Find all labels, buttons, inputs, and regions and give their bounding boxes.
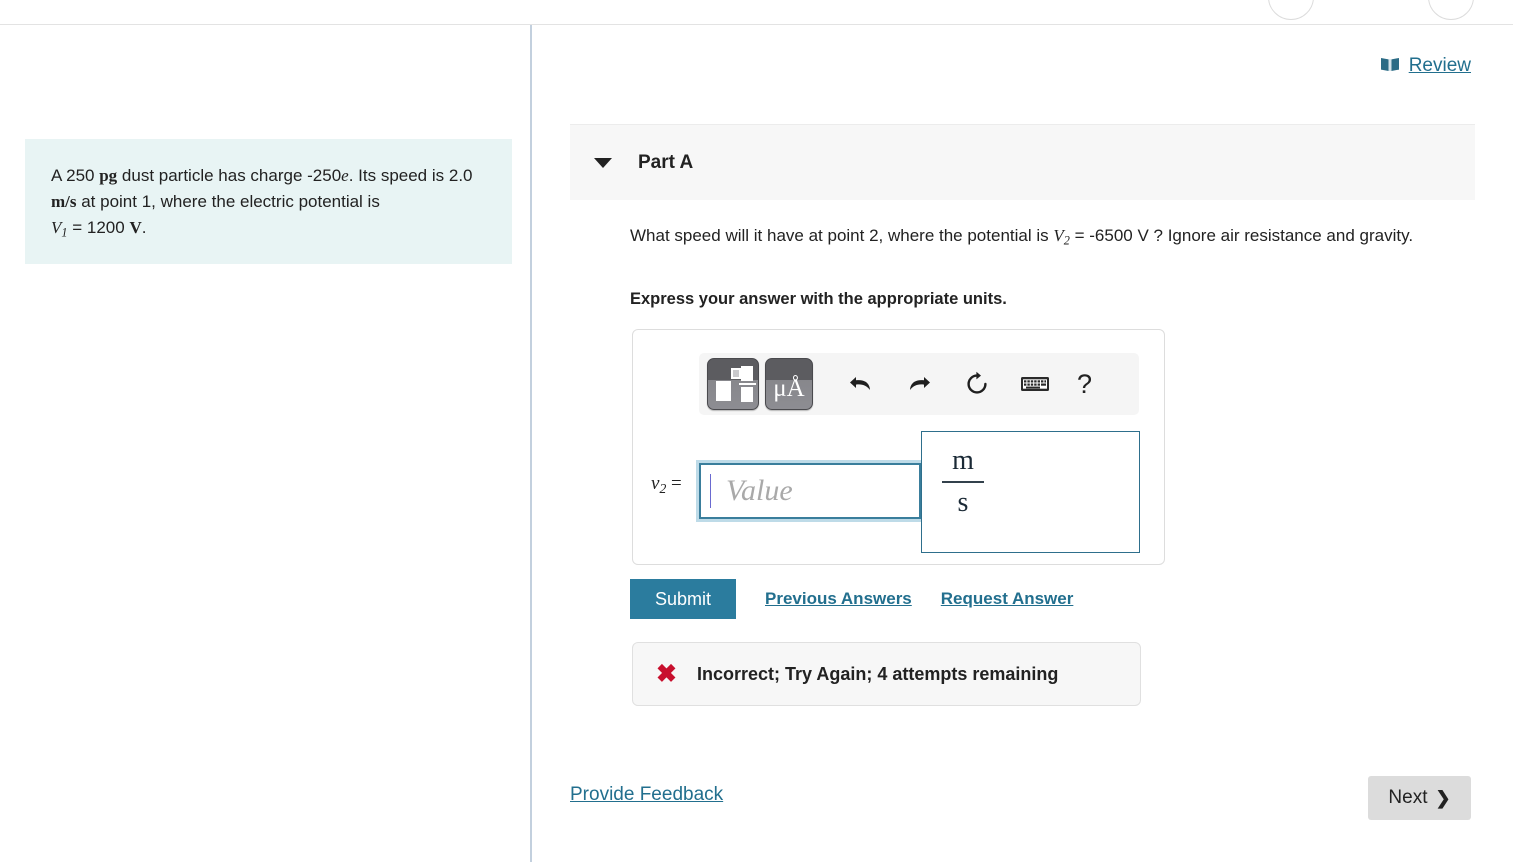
undo-icon[interactable] (839, 362, 883, 406)
answer-row: v2 = Value m s (633, 426, 1166, 564)
problem-symbol-e: e (341, 166, 349, 185)
part-a-header[interactable]: Part A (570, 124, 1475, 200)
problem-period: . (141, 218, 147, 237)
problem-symbol-V1: V (51, 218, 62, 237)
question-text: What speed will it have at point 2, wher… (630, 223, 1475, 253)
answer-actions: Submit Previous Answers Request Answer (630, 579, 1073, 619)
question-pane: Review Part A What speed will it have at… (532, 25, 1513, 862)
problem-text-b: dust particle has charge -250 (117, 166, 342, 185)
book-icon (1380, 56, 1400, 77)
units-icon[interactable]: μÅ (765, 358, 813, 410)
answer-equals: = (671, 473, 682, 494)
problem-value-V1: = 1200 (67, 218, 130, 237)
answer-units-input[interactable]: m s (921, 431, 1140, 553)
help-icon[interactable]: ? (1077, 370, 1092, 398)
submit-button[interactable]: Submit (630, 579, 736, 619)
review-row[interactable]: Review (1380, 55, 1471, 77)
problem-text-a: A 250 (51, 166, 100, 185)
feedback-message: Incorrect; Try Again; 4 attempts remaini… (696, 663, 1059, 684)
x-mark-icon: ✖ (656, 659, 677, 688)
answer-instruction: Express your answer with the appropriate… (630, 290, 1007, 308)
units-denominator: s (957, 487, 969, 518)
provide-feedback-link[interactable]: Provide Feedback (570, 784, 723, 806)
problem-unit-pg: pg (99, 166, 118, 185)
answer-value-placeholder: Value (726, 474, 793, 507)
previous-answers-link[interactable]: Previous Answers (765, 589, 912, 609)
part-a-title: Part A (638, 151, 694, 173)
question-text-after: = -6500 V ? Ignore air resistance and gr… (1069, 226, 1414, 245)
problem-text-c: . Its speed is 2.0 (348, 166, 473, 185)
units-numerator: m (952, 445, 974, 476)
problem-unit-volt: V (129, 218, 142, 237)
question-text-before: What speed will it have at point 2, wher… (630, 226, 1054, 245)
partial-round-button-left[interactable] (1268, 0, 1314, 20)
feedback-banner: ✖ Incorrect; Try Again; 4 attempts remai… (632, 642, 1141, 706)
answer-entry-widget: μÅ ? v2 = Value m s (632, 329, 1165, 565)
problem-statement-box: A 250 pg dust particle has charge -250e.… (25, 139, 512, 264)
fraction-bar (942, 481, 984, 483)
answer-variable-label: v2 = (651, 473, 682, 497)
request-answer-link[interactable]: Request Answer (941, 589, 1074, 609)
top-chrome (0, 0, 1513, 25)
redo-icon[interactable] (897, 362, 941, 406)
problem-text-d: at point 1, where the electric potential… (76, 192, 380, 211)
units-fraction: m s (940, 444, 986, 520)
answer-value-input[interactable]: Value (699, 463, 921, 519)
next-button[interactable]: Next ❯ (1368, 776, 1471, 820)
review-link[interactable]: Review (1409, 55, 1471, 77)
chevron-right-icon: ❯ (1435, 787, 1451, 808)
problem-statement-text: A 250 pg dust particle has charge -250e.… (51, 163, 497, 245)
math-template-icon[interactable] (707, 358, 759, 410)
reset-icon[interactable] (955, 362, 999, 406)
question-symbol-V2: V (1053, 226, 1064, 245)
caret-down-icon[interactable] (594, 157, 612, 168)
partial-round-button-right[interactable] (1428, 0, 1474, 20)
problem-pane: A 250 pg dust particle has charge -250e.… (0, 25, 530, 862)
problem-unit-ms: m/s (51, 192, 77, 211)
math-toolbar: μÅ ? (699, 353, 1139, 415)
text-cursor (710, 474, 711, 508)
keyboard-icon[interactable] (1013, 362, 1057, 406)
next-button-label: Next (1388, 787, 1428, 808)
